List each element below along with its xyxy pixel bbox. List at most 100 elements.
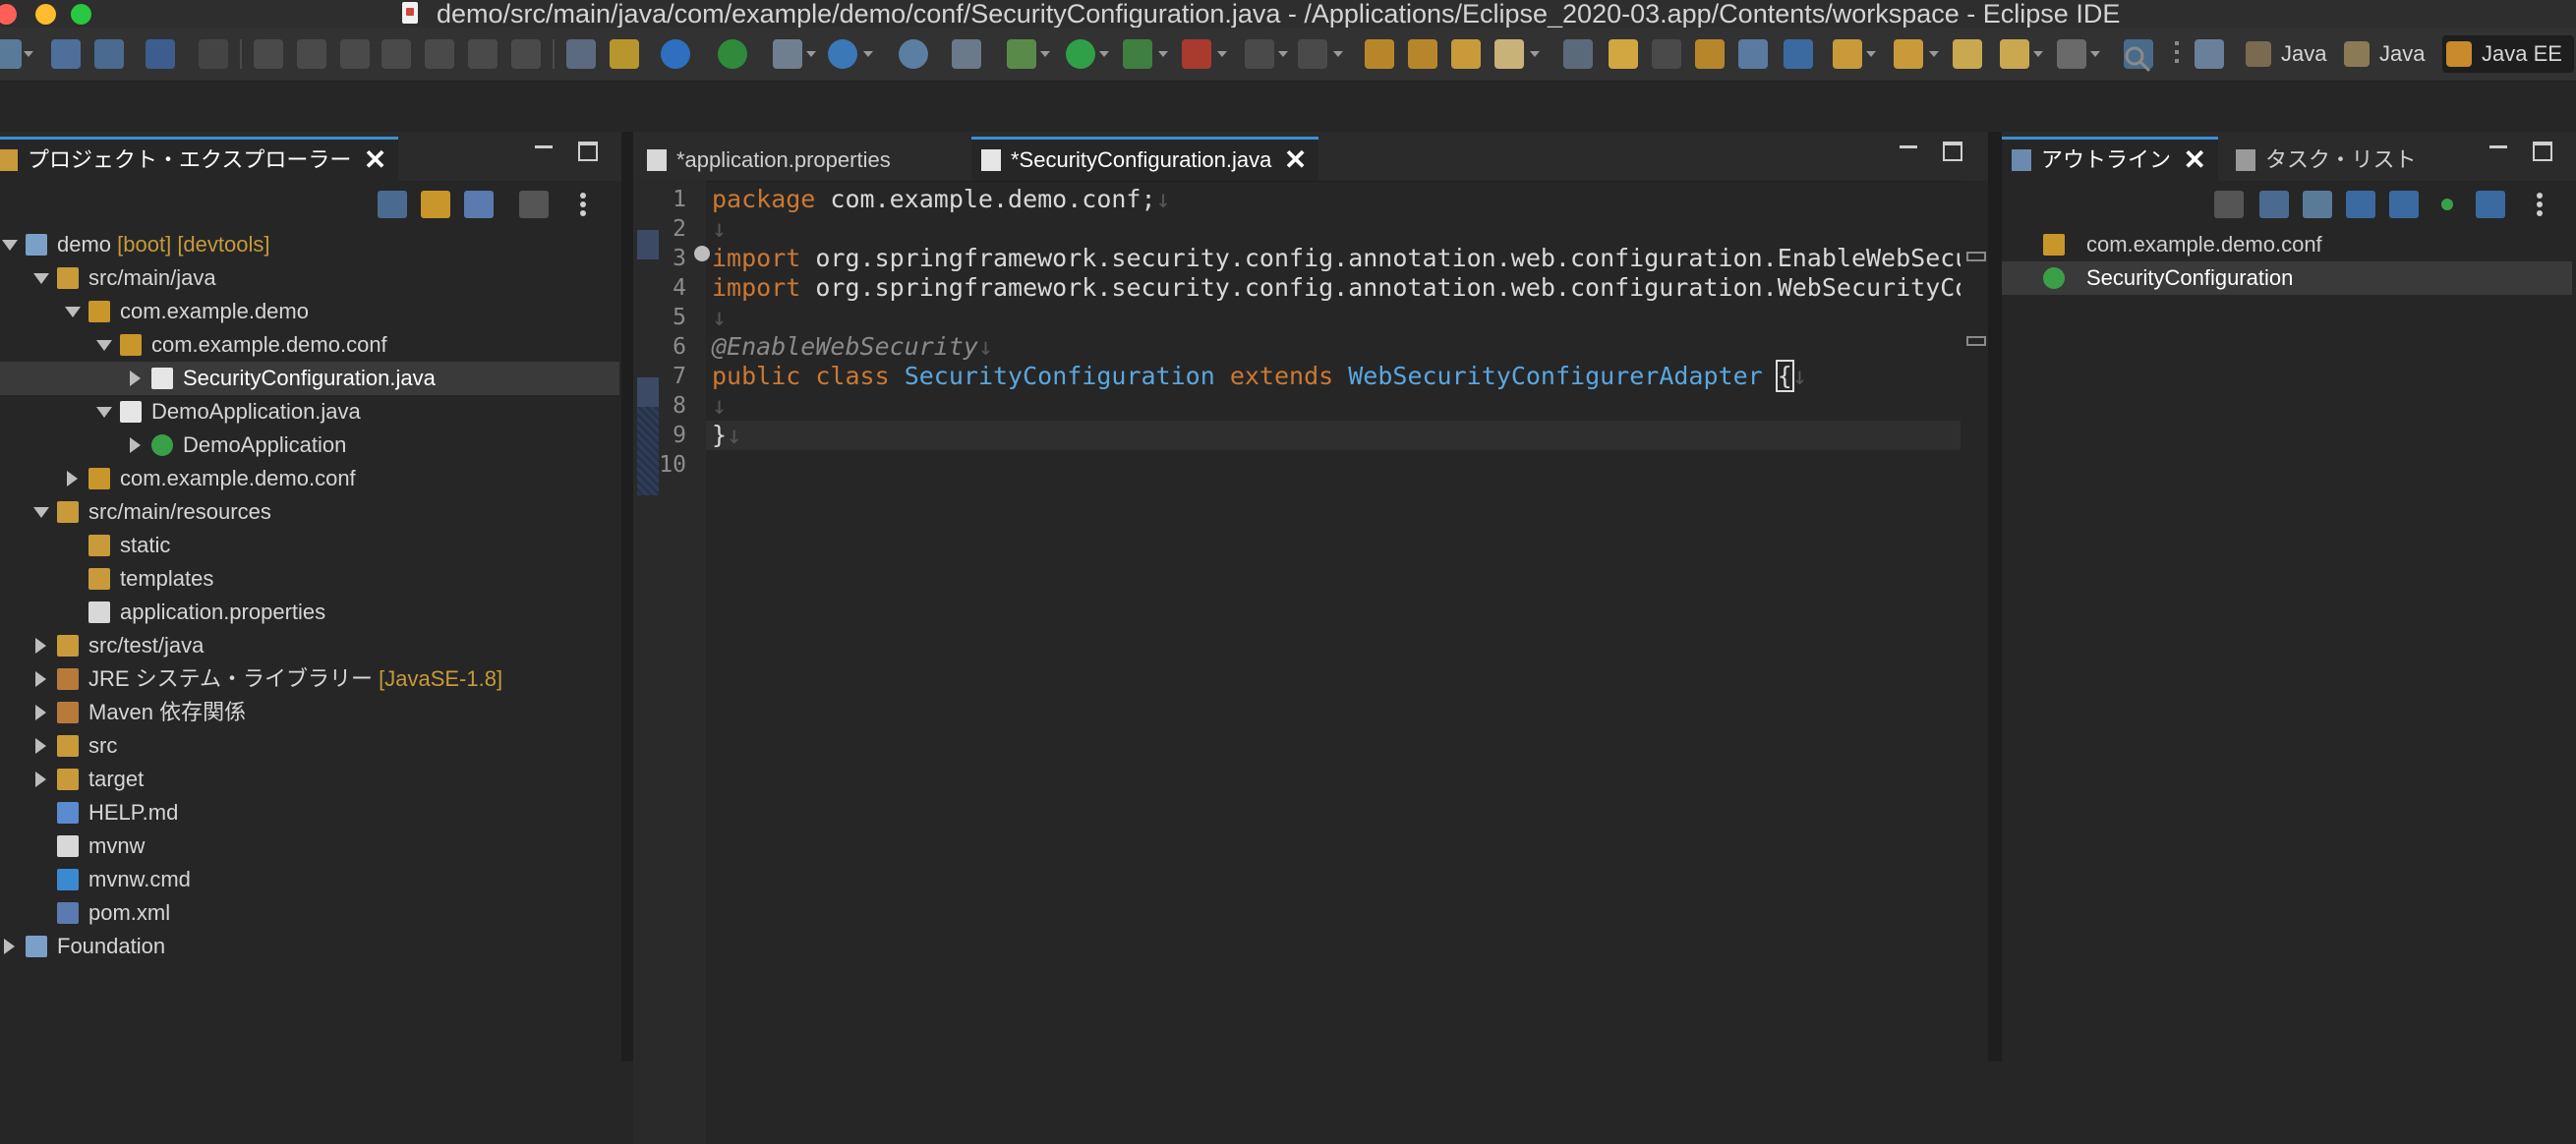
search-magnifier-icon[interactable] <box>2124 45 2151 73</box>
suspend-icon[interactable] <box>297 39 326 69</box>
hide-local-types-icon[interactable] <box>2476 191 2505 218</box>
overview-ruler[interactable] <box>1961 181 1988 1061</box>
chevron-right-icon[interactable] <box>35 738 46 754</box>
open-task-dropdown-icon[interactable] <box>1530 51 1540 57</box>
close-icon[interactable]: ✕ <box>2184 140 2206 181</box>
tree-item[interactable]: com.example.demo.conf <box>0 462 619 495</box>
step-into-icon[interactable] <box>425 39 454 69</box>
tree-item[interactable]: HELP.md <box>0 796 619 829</box>
tree-item[interactable]: demo [boot] [devtools] <box>0 228 619 261</box>
new-java-project-icon[interactable] <box>1365 39 1394 69</box>
sash[interactable] <box>1988 132 2002 1061</box>
chevron-down-icon[interactable] <box>96 407 112 418</box>
new-icon[interactable] <box>0 39 22 69</box>
chevron-right-icon[interactable] <box>35 638 46 654</box>
open-task-icon[interactable] <box>1494 39 1524 69</box>
tree-item[interactable]: JRE システム・ライブラリー [JavaSE-1.8] <box>0 662 619 696</box>
open-type-icon[interactable] <box>1451 39 1481 69</box>
debug-dropdown-icon[interactable] <box>1040 51 1050 57</box>
tree-item[interactable]: static <box>0 529 619 562</box>
spring-boot-dashboard-icon[interactable] <box>661 39 690 69</box>
external-tools-dropdown-icon[interactable] <box>1217 51 1227 57</box>
step-return-icon[interactable] <box>511 39 541 69</box>
tab-outline[interactable]: アウトライン ✕ <box>2002 137 2219 181</box>
toggle-block-selection-icon[interactable] <box>1695 39 1725 69</box>
back-dropdown-icon[interactable] <box>2033 51 2043 57</box>
tree-item[interactable]: mvnw.cmd <box>0 863 619 896</box>
run-dropdown-icon[interactable] <box>1099 51 1109 57</box>
previous-annotation-dropdown-icon[interactable] <box>1929 51 1939 57</box>
view-menu-icon[interactable] <box>2525 191 2554 218</box>
step-over-icon[interactable] <box>468 39 498 69</box>
minimize-icon[interactable] <box>1900 145 1917 148</box>
perspective-java-browsing[interactable]: Java <box>2340 35 2425 73</box>
publish-icon[interactable] <box>952 39 981 69</box>
tree-item[interactable]: target <box>0 763 619 796</box>
tree-item[interactable]: com.example.demo <box>0 295 619 328</box>
run-icon[interactable] <box>1066 39 1095 69</box>
tree-item[interactable]: application.properties <box>0 596 619 629</box>
coverage-icon[interactable] <box>1123 39 1152 69</box>
code-area[interactable]: package com.example.demo.conf;↓ ↓ import… <box>633 181 1961 1061</box>
external-tools-icon[interactable] <box>1182 39 1211 69</box>
filter-icon[interactable] <box>464 191 494 218</box>
next-annotation-dropdown-icon[interactable] <box>1866 51 1876 57</box>
hide-static-icon[interactable] <box>2389 191 2419 218</box>
show-source-icon[interactable] <box>1738 39 1768 69</box>
skip-breakpoints-icon[interactable] <box>199 39 228 69</box>
chevron-down-icon[interactable] <box>33 507 49 518</box>
tree-item[interactable]: mvnw <box>0 829 619 863</box>
chevron-right-icon[interactable] <box>130 371 141 386</box>
forward-dropdown-icon[interactable] <box>2090 51 2100 57</box>
hide-non-public-icon[interactable] <box>2432 191 2462 218</box>
new-dropdown-icon[interactable] <box>24 51 33 57</box>
new-package-icon[interactable] <box>1408 39 1437 69</box>
new-server-icon[interactable] <box>773 39 802 69</box>
toggle-mark-occurrences-icon[interactable] <box>1609 39 1638 69</box>
chevron-right-icon[interactable] <box>35 772 46 787</box>
tree-item[interactable]: com.example.demo.conf <box>0 328 619 362</box>
tree-item[interactable]: src/main/resources <box>0 495 619 529</box>
previous-annotation-icon[interactable] <box>1894 39 1923 69</box>
relaunch-icon[interactable] <box>718 39 747 69</box>
debug-icon[interactable] <box>1007 39 1036 69</box>
collapse-all-icon[interactable] <box>2259 191 2289 218</box>
server-dropdown-icon[interactable] <box>806 51 816 57</box>
tree-item[interactable]: templates <box>0 562 619 596</box>
chevron-right-icon[interactable] <box>35 671 46 687</box>
tree-item[interactable]: src/test/java <box>0 629 619 662</box>
chevron-down-icon[interactable] <box>2 240 18 251</box>
maximize-icon[interactable] <box>578 142 598 161</box>
perspective-java-ee[interactable]: Java EE <box>2442 35 2574 73</box>
tree-item[interactable]: DemoApplication <box>0 429 619 462</box>
spring-icon[interactable] <box>828 39 857 69</box>
minimize-icon[interactable] <box>535 145 553 148</box>
save-all-icon[interactable] <box>94 39 124 69</box>
focus-on-working-set-icon[interactable] <box>519 191 549 218</box>
resume-icon[interactable] <box>254 39 283 69</box>
chevron-down-icon[interactable] <box>33 273 49 284</box>
close-icon[interactable]: ✕ <box>1284 140 1307 181</box>
next-annotation-icon[interactable] <box>1833 39 1862 69</box>
close-icon[interactable]: ✕ <box>364 140 386 181</box>
toolbar-grip-icon[interactable] <box>2175 41 2179 67</box>
tree-item[interactable]: src <box>0 729 619 763</box>
focus-icon[interactable] <box>2214 191 2244 218</box>
web-browser-icon[interactable] <box>899 39 928 69</box>
spring-dropdown-icon[interactable] <box>863 51 873 57</box>
chevron-down-icon[interactable] <box>96 340 112 351</box>
sash[interactable] <box>621 132 633 1061</box>
profile-dropdown-icon[interactable] <box>1333 51 1343 57</box>
chevron-down-icon[interactable] <box>65 307 81 317</box>
tree-item[interactable]: DemoApplication.java <box>0 395 619 429</box>
disconnect-icon[interactable] <box>381 39 411 69</box>
profile-icon[interactable] <box>1298 39 1327 69</box>
window-zoom-button[interactable] <box>71 4 91 25</box>
minimize-icon[interactable] <box>2489 145 2507 148</box>
tab-task-list[interactable]: タスク・リスト <box>2226 140 2464 181</box>
forward-icon[interactable] <box>2057 39 2086 69</box>
back-icon[interactable] <box>2000 39 2029 69</box>
view-menu-icon[interactable] <box>568 191 598 218</box>
sort-icon[interactable] <box>2303 191 2332 218</box>
last-edit-location-icon[interactable] <box>1953 39 1982 69</box>
